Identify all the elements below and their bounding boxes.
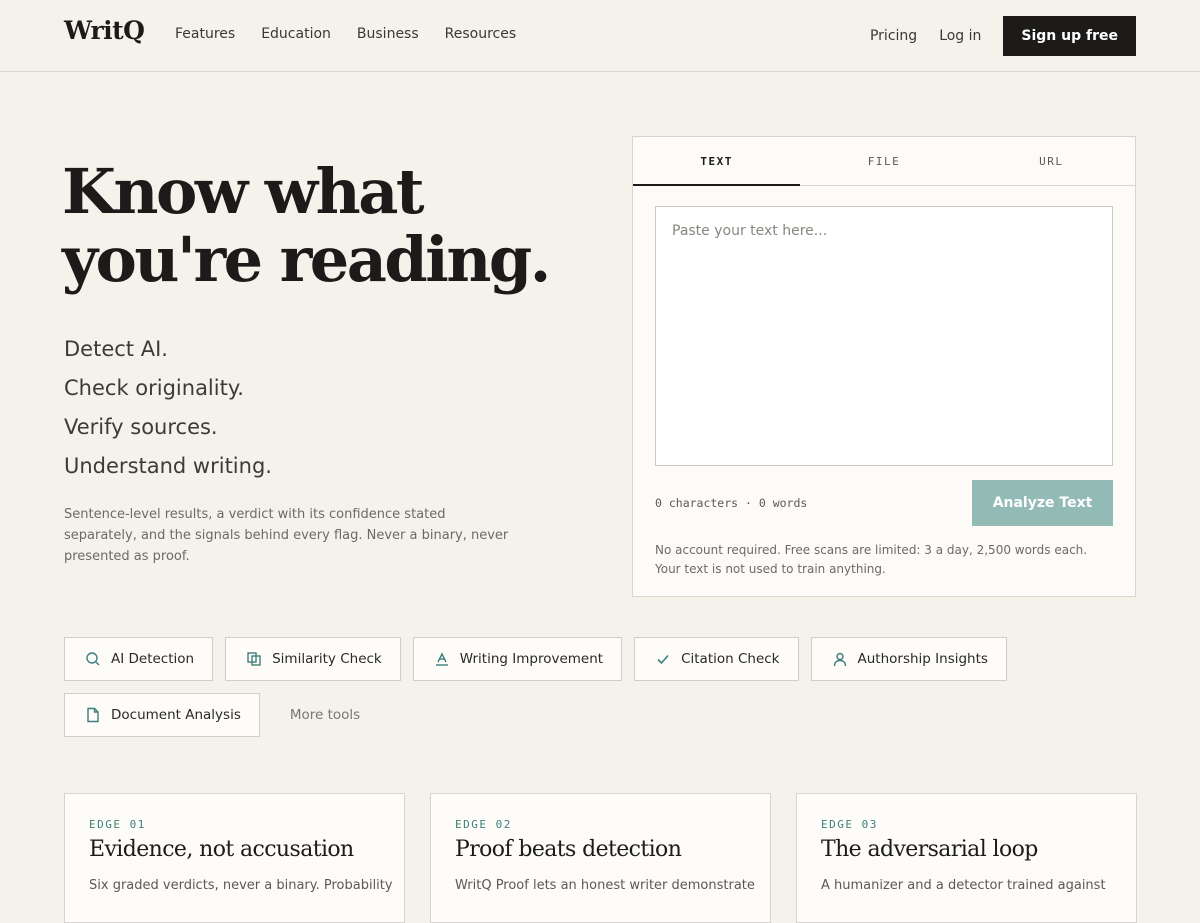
edge-card-body: A humanizer and a detector trained again…	[821, 878, 1106, 893]
nav-link-features[interactable]: Features	[175, 26, 235, 42]
tool-chip-label: AI Detection	[111, 651, 195, 667]
nav-link-resources[interactable]: Resources	[445, 26, 517, 42]
analyzer-panel: TEXT FILE URL 0 characters · 0 words Ana…	[632, 136, 1136, 597]
edge-card-eyebrow: EDGE 01	[89, 818, 146, 831]
document-icon	[87, 707, 99, 723]
edge-card: EDGE 02 Proof beats detection WritQ Proo…	[430, 793, 771, 923]
user-icon	[833, 652, 846, 667]
more-tools-link[interactable]: More tools	[290, 707, 360, 723]
input-tabs: TEXT FILE URL	[633, 137, 1135, 186]
tab-url[interactable]: URL	[968, 137, 1135, 185]
text-input[interactable]	[655, 206, 1113, 466]
nav-links: Features Education Business Resources	[175, 26, 516, 42]
logo[interactable]: WritQ	[64, 16, 145, 45]
tagline-detect-ai: Detect AI.	[64, 337, 168, 361]
edge-card-eyebrow: EDGE 02	[455, 818, 512, 831]
tool-chip-authorship-insights[interactable]: Authorship Insights	[810, 637, 1007, 681]
hero-title-line-2: you're reading.	[62, 223, 551, 296]
tool-chip-citation-check[interactable]: Citation Check	[634, 637, 799, 681]
hero-description: Sentence-level results, a verdict with i…	[64, 507, 509, 564]
analyze-text-button[interactable]: Analyze Text	[972, 480, 1113, 526]
hero-title: Know what you're reading.	[62, 155, 551, 296]
edge-card-body: WritQ Proof lets an honest writer demons…	[455, 878, 755, 893]
tagline-check-originality: Check originality.	[64, 376, 244, 400]
tool-chip-label: Writing Improvement	[459, 651, 604, 667]
tool-chip-ai-detection[interactable]: AI Detection	[64, 637, 214, 681]
edge-card: EDGE 03 The adversarial loop A humanizer…	[796, 793, 1137, 923]
edge-cards: EDGE 01 Evidence, not accusation Six gra…	[64, 793, 1137, 923]
nav-link-pricing[interactable]: Pricing	[870, 28, 917, 44]
tool-chip-writing-improvement[interactable]: Writing Improvement	[412, 637, 623, 681]
usage-note: No account required. Free scans are limi…	[655, 543, 1088, 576]
nav-link-business[interactable]: Business	[357, 26, 419, 42]
edge-card: EDGE 01 Evidence, not accusation Six gra…	[64, 793, 405, 923]
login-link[interactable]: Log in	[939, 28, 981, 44]
tagline-verify-sources: Verify sources.	[64, 415, 218, 439]
edge-card-title: The adversarial loop	[821, 837, 1038, 862]
search-icon	[86, 652, 100, 666]
tagline-understand-writing: Understand writing.	[64, 454, 272, 478]
tab-file[interactable]: FILE	[800, 137, 967, 185]
tool-chip-document-analysis[interactable]: Document Analysis	[64, 693, 260, 737]
tab-text[interactable]: TEXT	[633, 137, 801, 186]
nav-actions: Pricing Log in Sign up free	[870, 16, 1136, 56]
edge-card-title: Proof beats detection	[455, 837, 682, 862]
edge-card-title: Evidence, not accusation	[89, 837, 354, 862]
tool-chip-label: Citation Check	[681, 651, 780, 667]
pen-icon	[435, 652, 448, 666]
tool-chip-label: Similarity Check	[272, 651, 382, 667]
hero-title-line-1: Know what	[62, 155, 425, 228]
tool-chip-label: Document Analysis	[111, 707, 241, 723]
nav-link-education[interactable]: Education	[261, 26, 331, 42]
edge-card-body: Six graded verdicts, never a binary. Pro…	[89, 878, 393, 893]
tool-chip-label: Authorship Insights	[857, 651, 988, 667]
character-word-counter: 0 characters · 0 words	[655, 496, 808, 510]
check-icon	[657, 654, 669, 665]
tool-chip-similarity-check[interactable]: Similarity Check	[225, 637, 401, 681]
top-nav: WritQ Features Education Business Resour…	[0, 0, 1200, 72]
edge-card-eyebrow: EDGE 03	[821, 818, 878, 831]
hero-taglines: Detect AI. Check originality. Verify sou…	[64, 330, 272, 486]
signup-button[interactable]: Sign up free	[1003, 16, 1136, 56]
copy-icon	[247, 652, 261, 666]
tool-chips: AI Detection Similarity Check Writing Im…	[64, 637, 1144, 749]
